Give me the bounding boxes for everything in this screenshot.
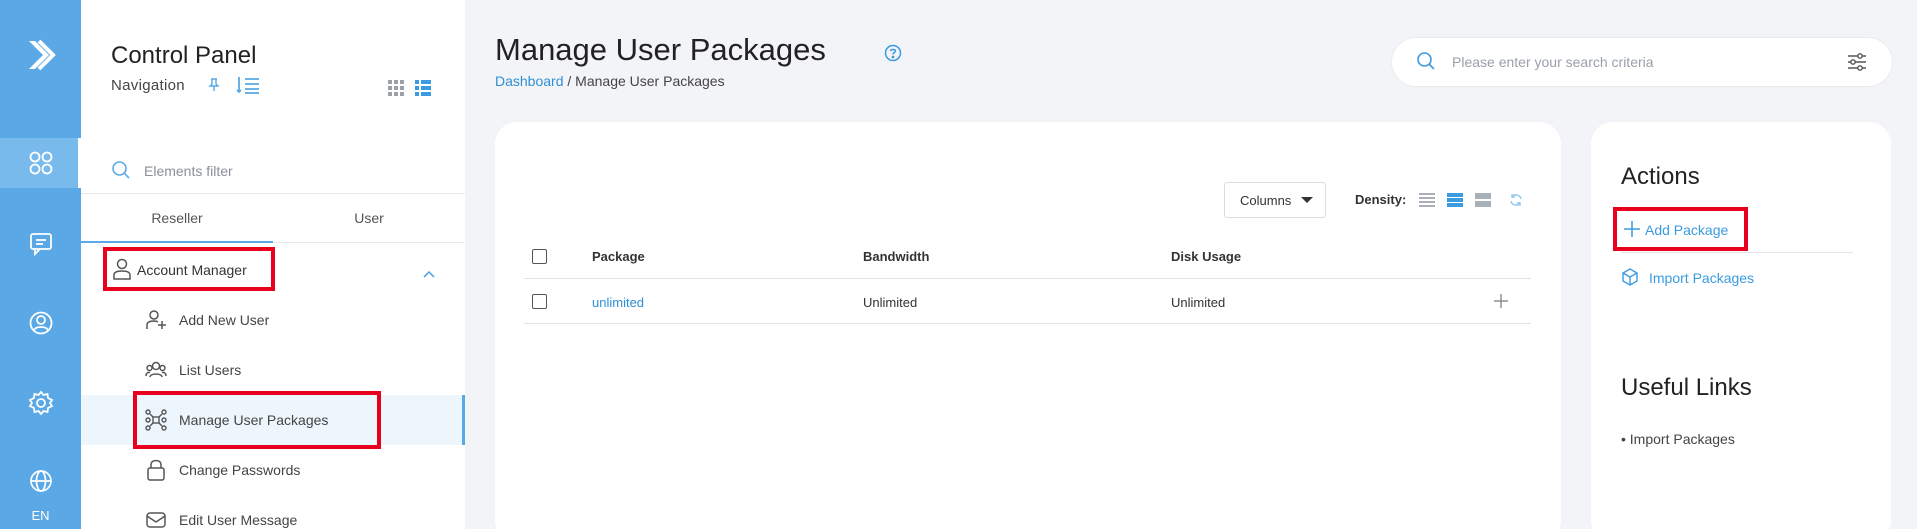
box-icon <box>1622 268 1638 286</box>
packages-table: Package Bandwidth Disk Usage unlimited U… <box>524 234 1531 324</box>
breadcrumb-current: Manage User Packages <box>575 73 725 89</box>
search-icon <box>112 161 130 179</box>
density-compact-icon[interactable] <box>1419 192 1435 208</box>
section-account-manager[interactable]: Account Manager <box>103 247 275 291</box>
breadcrumb-dashboard[interactable]: Dashboard <box>495 73 564 89</box>
tab-reseller[interactable]: Reseller <box>81 194 273 243</box>
apps-icon[interactable] <box>0 138 81 188</box>
refresh-icon[interactable] <box>1509 193 1523 207</box>
density-comfortable-icon[interactable] <box>1475 192 1491 208</box>
add-package-label: Add Package <box>1645 222 1729 238</box>
chevron-up-icon[interactable] <box>423 265 435 283</box>
useful-links-title: Useful Links <box>1621 374 1752 401</box>
package-link[interactable]: unlimited <box>592 295 644 310</box>
actions-card: Actions Add Package Import Packages Usef… <box>1591 122 1891 529</box>
column-header-bandwidth[interactable]: Bandwidth <box>863 249 929 264</box>
plus-icon <box>1624 221 1640 237</box>
pin-icon[interactable] <box>207 78 221 97</box>
sidebar-item-label: Add New User <box>179 312 270 328</box>
person-icon <box>113 258 131 280</box>
packages-card: Columns Density: Package Bandwidth Disk … <box>495 122 1561 529</box>
language-label[interactable]: EN <box>0 508 81 523</box>
density-standard-icon[interactable] <box>1447 192 1463 208</box>
bandwidth-cell: Unlimited <box>863 295 918 310</box>
sidebar-item-label: Edit User Message <box>179 512 298 528</box>
icon-rail: EN <box>0 0 81 529</box>
search-icon <box>1417 52 1435 70</box>
column-header-disk-usage[interactable]: Disk Usage <box>1171 249 1241 264</box>
expand-row-icon[interactable] <box>1492 292 1510 310</box>
caret-down-icon <box>1301 197 1314 203</box>
section-label: Account Manager <box>137 262 247 278</box>
add-package-button[interactable]: Add Package <box>1613 207 1748 251</box>
columns-button[interactable]: Columns <box>1224 182 1326 218</box>
divider <box>1621 252 1853 253</box>
column-header-package[interactable]: Package <box>592 249 645 264</box>
table-header-row: Package Bandwidth Disk Usage <box>524 234 1531 279</box>
search-input[interactable] <box>1452 50 1832 74</box>
message-icon[interactable] <box>0 218 81 268</box>
navigation-panel: Control Panel Navigation Reseller User A… <box>81 0 465 529</box>
tab-user[interactable]: User <box>273 194 465 243</box>
table-row: unlimited Unlimited Unlimited <box>524 279 1531 324</box>
tree-list-icon[interactable] <box>236 76 260 99</box>
elements-filter <box>81 148 465 194</box>
disk-usage-cell: Unlimited <box>1171 295 1226 310</box>
breadcrumb-separator: / <box>563 73 576 89</box>
list-view-icon[interactable] <box>415 80 431 101</box>
import-packages-label: Import Packages <box>1649 270 1755 286</box>
sidebar-item-label: Change Passwords <box>179 462 301 478</box>
user-circle-icon[interactable] <box>0 298 81 348</box>
sidebar-item-list-users[interactable]: List Users <box>81 345 465 395</box>
elements-filter-input[interactable] <box>144 158 434 184</box>
settings-icon[interactable] <box>0 378 81 428</box>
sidebar-item-add-new-user[interactable]: Add New User <box>81 295 465 345</box>
panel-subtitle: Navigation <box>111 77 185 94</box>
logo-icon[interactable] <box>0 0 81 110</box>
row-checkbox[interactable] <box>532 294 547 309</box>
density-label: Density: <box>1355 192 1407 207</box>
search-box <box>1392 38 1892 86</box>
useful-link-import-packages[interactable]: • Import Packages <box>1621 431 1735 447</box>
highlight-box <box>133 391 381 449</box>
select-all-checkbox[interactable] <box>532 249 547 264</box>
panel-title: Control Panel <box>111 42 257 69</box>
filter-settings-icon[interactable] <box>1846 51 1868 73</box>
lock-icon <box>147 459 165 481</box>
sidebar-item-edit-user-message[interactable]: Edit User Message <box>81 495 465 529</box>
sidebar-item-change-passwords[interactable]: Change Passwords <box>81 445 465 495</box>
globe-icon[interactable] <box>0 456 81 506</box>
page-title: Manage User Packages <box>495 32 826 67</box>
nav-tabs: Reseller User <box>81 194 465 243</box>
columns-label: Columns <box>1240 192 1292 208</box>
grid-view-icon[interactable] <box>388 80 404 101</box>
help-icon[interactable] <box>884 44 902 67</box>
mail-icon <box>146 512 166 528</box>
actions-title: Actions <box>1621 163 1700 190</box>
users-icon <box>145 361 167 378</box>
user-plus-icon <box>146 310 166 329</box>
breadcrumb: Dashboard / Manage User Packages <box>495 73 725 89</box>
sidebar-item-label: List Users <box>179 362 242 378</box>
